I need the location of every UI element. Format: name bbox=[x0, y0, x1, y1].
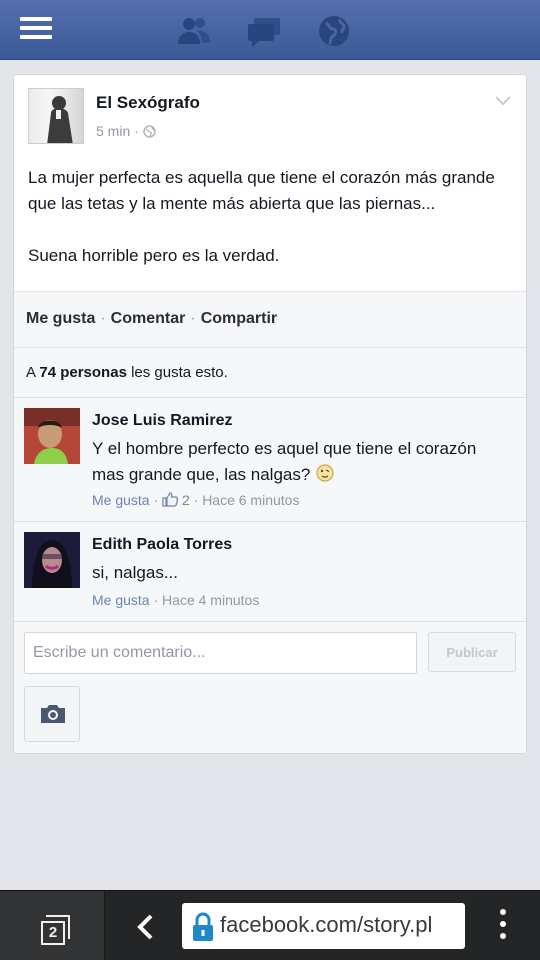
browser-toolbar: 2 facebook.com/story.pl bbox=[0, 890, 540, 960]
share-button[interactable]: Compartir bbox=[201, 310, 277, 327]
post-meta: 5 min · bbox=[96, 123, 156, 139]
thumbs-up-icon bbox=[162, 492, 179, 507]
messages-icon[interactable] bbox=[246, 14, 282, 48]
comment-time[interactable]: Hace 6 minutos bbox=[202, 492, 299, 508]
notifications-globe-icon[interactable] bbox=[316, 14, 352, 48]
lock-icon bbox=[193, 912, 213, 941]
comment-input[interactable]: Escribe un comentario... bbox=[24, 632, 417, 674]
comment-button[interactable]: Comentar bbox=[111, 310, 186, 327]
commenter-avatar[interactable] bbox=[24, 408, 80, 464]
comment-meta: Me gusta · Hace 4 minutos bbox=[92, 592, 260, 608]
comment-meta: Me gusta · 2 · Hace 6 minutos bbox=[92, 492, 300, 508]
tab-count: 2 bbox=[41, 921, 65, 945]
commenter-avatar[interactable] bbox=[24, 532, 80, 588]
likes-count[interactable]: 74 personas bbox=[39, 364, 127, 381]
comment-like-button[interactable]: Me gusta bbox=[92, 592, 150, 608]
back-arrow-icon[interactable] bbox=[133, 913, 157, 941]
comment-text: si, nalgas... bbox=[92, 563, 178, 582]
emoji-icon bbox=[316, 464, 334, 482]
menu-icon[interactable] bbox=[20, 17, 52, 43]
post-text-paragraph-1: La mujer perfecta es aquella que tiene e… bbox=[28, 168, 495, 213]
comment-composer: Escribe un comentario... Publicar bbox=[14, 622, 526, 753]
likes-summary[interactable]: A 74 personas les gusta esto. bbox=[14, 348, 526, 398]
post-card: El Sexógrafo 5 min · La mujer perfecta e… bbox=[13, 74, 527, 754]
comment-item: Edith Paola Torres si, nalgas... Me gust… bbox=[14, 522, 526, 622]
address-bar[interactable]: facebook.com/story.pl bbox=[182, 903, 465, 949]
friend-requests-icon[interactable] bbox=[176, 14, 212, 48]
url-text: facebook.com/story.pl bbox=[220, 912, 433, 937]
more-options-icon[interactable] bbox=[500, 909, 508, 945]
chevron-down-icon[interactable] bbox=[494, 95, 512, 107]
comment-like-button[interactable]: Me gusta bbox=[92, 492, 150, 508]
add-photo-button[interactable] bbox=[24, 686, 80, 742]
comment-like-count[interactable]: 2 bbox=[182, 492, 190, 508]
commenter-name[interactable]: Edith Paola Torres bbox=[92, 536, 232, 554]
post-actions-bar: Me gusta · Comentar · Compartir bbox=[14, 291, 526, 348]
publish-button[interactable]: Publicar bbox=[428, 632, 516, 672]
public-globe-icon bbox=[142, 125, 156, 138]
author-avatar[interactable] bbox=[28, 88, 84, 144]
tabs-button[interactable]: 2 bbox=[0, 891, 105, 960]
post-time[interactable]: 5 min bbox=[96, 123, 130, 139]
post-author-name[interactable]: El Sexógrafo bbox=[96, 93, 200, 113]
camera-icon bbox=[41, 705, 65, 723]
post-body: La mujer perfecta es aquella que tiene e… bbox=[28, 165, 518, 269]
commenter-name[interactable]: Jose Luis Ramirez bbox=[92, 412, 233, 430]
comment-item: Jose Luis Ramirez Y el hombre perfecto e… bbox=[14, 398, 526, 522]
comment-text: Y el hombre perfecto es aquel que tiene … bbox=[92, 439, 477, 484]
top-navigation-bar bbox=[0, 0, 540, 60]
comment-time[interactable]: Hace 4 minutos bbox=[162, 592, 259, 608]
post-text-paragraph-2: Suena horrible pero es la verdad. bbox=[28, 246, 280, 265]
like-button[interactable]: Me gusta bbox=[26, 310, 95, 327]
